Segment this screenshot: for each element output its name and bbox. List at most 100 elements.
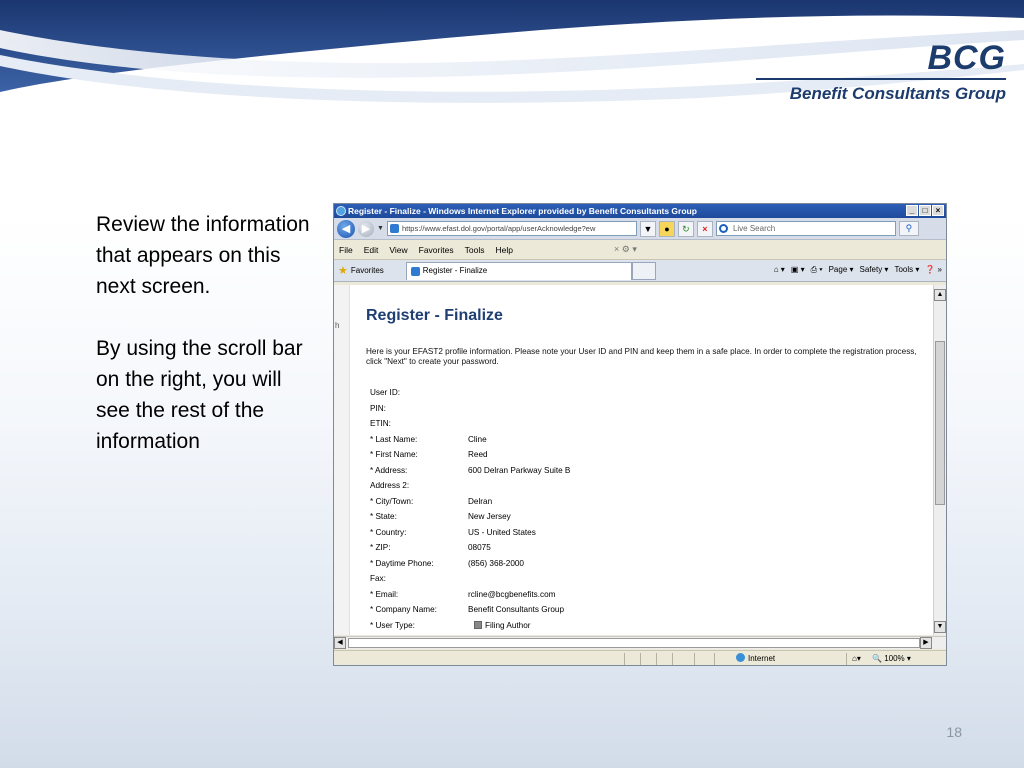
instruction-paragraph-1: Review the information that appears on t… xyxy=(96,213,310,298)
search-icon[interactable]: ⚲ xyxy=(898,221,919,236)
field-value: Reed xyxy=(468,450,488,459)
zoom-value: 100% xyxy=(884,654,905,663)
field-address: * Address: 600 Delran Parkway Suite B xyxy=(370,463,922,479)
field-user-type: * User Type: Filing Author xyxy=(370,618,922,634)
horizontal-scroll-thumb[interactable] xyxy=(348,638,920,648)
profile-fields: User ID: PIN: ETIN: * Last Name: Cline * … xyxy=(370,385,922,633)
new-tab-button[interactable] xyxy=(631,261,656,280)
field-value: rcline@bcgbenefits.com xyxy=(468,589,556,599)
field-label: * First Name: xyxy=(370,450,418,459)
url-dropdown-icon[interactable]: ▼ xyxy=(639,220,656,237)
field-user-id: User ID: xyxy=(370,385,922,401)
command-bar: ⌂ ▾ ▣ ▾ ⎙ ▾ Page ▾ Safety ▾ Tools ▾ ❓ » xyxy=(774,265,942,275)
tab-register-finalize[interactable]: Register - Finalize xyxy=(405,261,632,280)
browser-content: h Register - Finalize Here is your EFAST… xyxy=(334,285,946,635)
scroll-left-button[interactable]: ◀ xyxy=(334,637,346,649)
field-label: * City/Town: xyxy=(370,496,414,506)
status-divider xyxy=(672,653,673,665)
field-value: US - United States xyxy=(468,527,536,537)
filing-author-checkbox[interactable] xyxy=(474,620,482,629)
instruction-paragraph-2: By using the scroll bar on the right, yo… xyxy=(96,337,303,453)
status-divider xyxy=(846,653,847,665)
field-label: * Company Name: xyxy=(370,605,437,614)
field-label: * Daytime Phone: xyxy=(370,558,434,568)
field-value: Cline xyxy=(468,434,487,444)
search-placeholder: Live Search xyxy=(732,224,776,233)
field-label: ETIN: xyxy=(370,419,391,428)
search-input[interactable]: Live Search xyxy=(715,221,896,236)
field-value: Delran xyxy=(468,496,493,506)
favorites-star-icon[interactable]: ★ xyxy=(338,264,348,277)
favorites-button[interactable]: Favorites xyxy=(351,266,384,275)
field-label: * Last Name: xyxy=(370,434,418,444)
menu-tools[interactable]: Tools xyxy=(465,245,485,255)
live-search-icon xyxy=(718,224,728,233)
logo-rule xyxy=(756,78,1006,80)
field-zip: * ZIP: 08075 xyxy=(370,540,922,556)
field-label: * User Type: xyxy=(370,620,415,630)
field-pin: PIN: xyxy=(370,401,922,417)
field-label: PIN: xyxy=(370,403,386,413)
logo-mark: BCG xyxy=(927,39,1006,77)
status-divider xyxy=(694,653,695,665)
help-icon[interactable]: ❓ » xyxy=(925,265,942,275)
field-label: User ID: xyxy=(370,388,401,397)
back-button[interactable]: ◀ xyxy=(337,219,355,238)
status-bar: Internet ⌂▾ 🔍 100% ▾ xyxy=(334,650,946,665)
slide-instructions: Review the information that appears on t… xyxy=(96,209,316,488)
close-button[interactable]: × xyxy=(932,205,944,216)
menu-edit[interactable]: Edit xyxy=(364,245,379,255)
vertical-scrollbar[interactable]: ▲ ▼ xyxy=(933,285,946,635)
field-etin: ETIN: xyxy=(370,416,922,432)
refresh-icon[interactable]: ↻ xyxy=(677,220,694,237)
field-label: Fax: xyxy=(370,574,386,583)
page-menu[interactable]: Page ▾ xyxy=(829,265,854,275)
menu-bar: File Edit View Favorites Tools Help × ⚙ … xyxy=(334,240,946,260)
field-value: 08075 xyxy=(468,543,491,552)
field-value: Filing Author xyxy=(468,618,531,634)
feeds-icon[interactable]: ▣ ▾ xyxy=(791,265,805,275)
menu-view[interactable]: View xyxy=(389,245,407,255)
field-value: New Jersey xyxy=(468,512,511,521)
minimize-button[interactable]: _ xyxy=(906,205,918,216)
browser-title-bar: Register - Finalize - Windows Internet E… xyxy=(334,204,946,218)
zone-label: Internet xyxy=(748,654,776,663)
menu-help[interactable]: Help xyxy=(495,245,512,255)
tab-bar: ★ Favorites Register - Finalize ⌂ ▾ ▣ ▾ … xyxy=(334,260,946,282)
history-dropdown-icon[interactable]: ▼ xyxy=(377,225,384,232)
field-value: (856) 368-2000 xyxy=(468,558,524,568)
scroll-up-button[interactable]: ▲ xyxy=(934,289,946,301)
scroll-right-button[interactable]: ▶ xyxy=(920,637,932,649)
address-bar-row: ◀ ▶ ▼ https://www.efast.dol.gov/portal/a… xyxy=(334,218,946,240)
tools-menu[interactable]: Tools ▾ xyxy=(894,265,919,275)
field-label: * Email: xyxy=(370,589,399,599)
maximize-button[interactable]: □ xyxy=(919,205,931,216)
home-icon[interactable]: ⌂ ▾ xyxy=(774,265,785,275)
field-value: 600 Delran Parkway Suite B xyxy=(468,465,571,475)
field-label: Address 2: xyxy=(370,481,410,490)
stop-icon[interactable]: × xyxy=(696,220,713,237)
register-finalize-page: Register - Finalize Here is your EFAST2 … xyxy=(366,285,922,633)
url-text: https://www.efast.dol.gov/portal/app/use… xyxy=(401,224,596,233)
scroll-down-button[interactable]: ▼ xyxy=(934,621,946,633)
browser-window: Register - Finalize - Windows Internet E… xyxy=(333,203,947,666)
field-label: * Address: xyxy=(370,465,408,475)
field-label: * State: xyxy=(370,512,397,521)
menu-favorites[interactable]: Favorites xyxy=(419,245,454,255)
field-address-2: Address 2: xyxy=(370,478,922,494)
zoom-level[interactable]: 🔍 100% ▾ xyxy=(872,651,911,665)
field-value: Benefit Consultants Group xyxy=(468,605,565,614)
lock-icon[interactable]: ● xyxy=(658,220,675,237)
safety-menu[interactable]: Safety ▾ xyxy=(860,265,889,275)
toolbar-close-icon[interactable]: × ⚙ ▾ xyxy=(614,244,637,255)
scroll-thumb[interactable] xyxy=(935,341,945,505)
print-icon[interactable]: ⎙ ▾ xyxy=(811,265,823,275)
security-zone: Internet xyxy=(736,651,776,665)
status-divider xyxy=(714,653,715,665)
horizontal-scrollbar[interactable]: ◀ ▶ xyxy=(334,636,946,649)
url-input[interactable]: https://www.efast.dol.gov/portal/app/use… xyxy=(386,221,637,236)
protected-mode-icon[interactable]: ⌂▾ xyxy=(852,651,861,665)
page-icon xyxy=(389,224,399,233)
menu-file[interactable]: File xyxy=(339,245,353,255)
forward-button[interactable]: ▶ xyxy=(358,220,374,237)
